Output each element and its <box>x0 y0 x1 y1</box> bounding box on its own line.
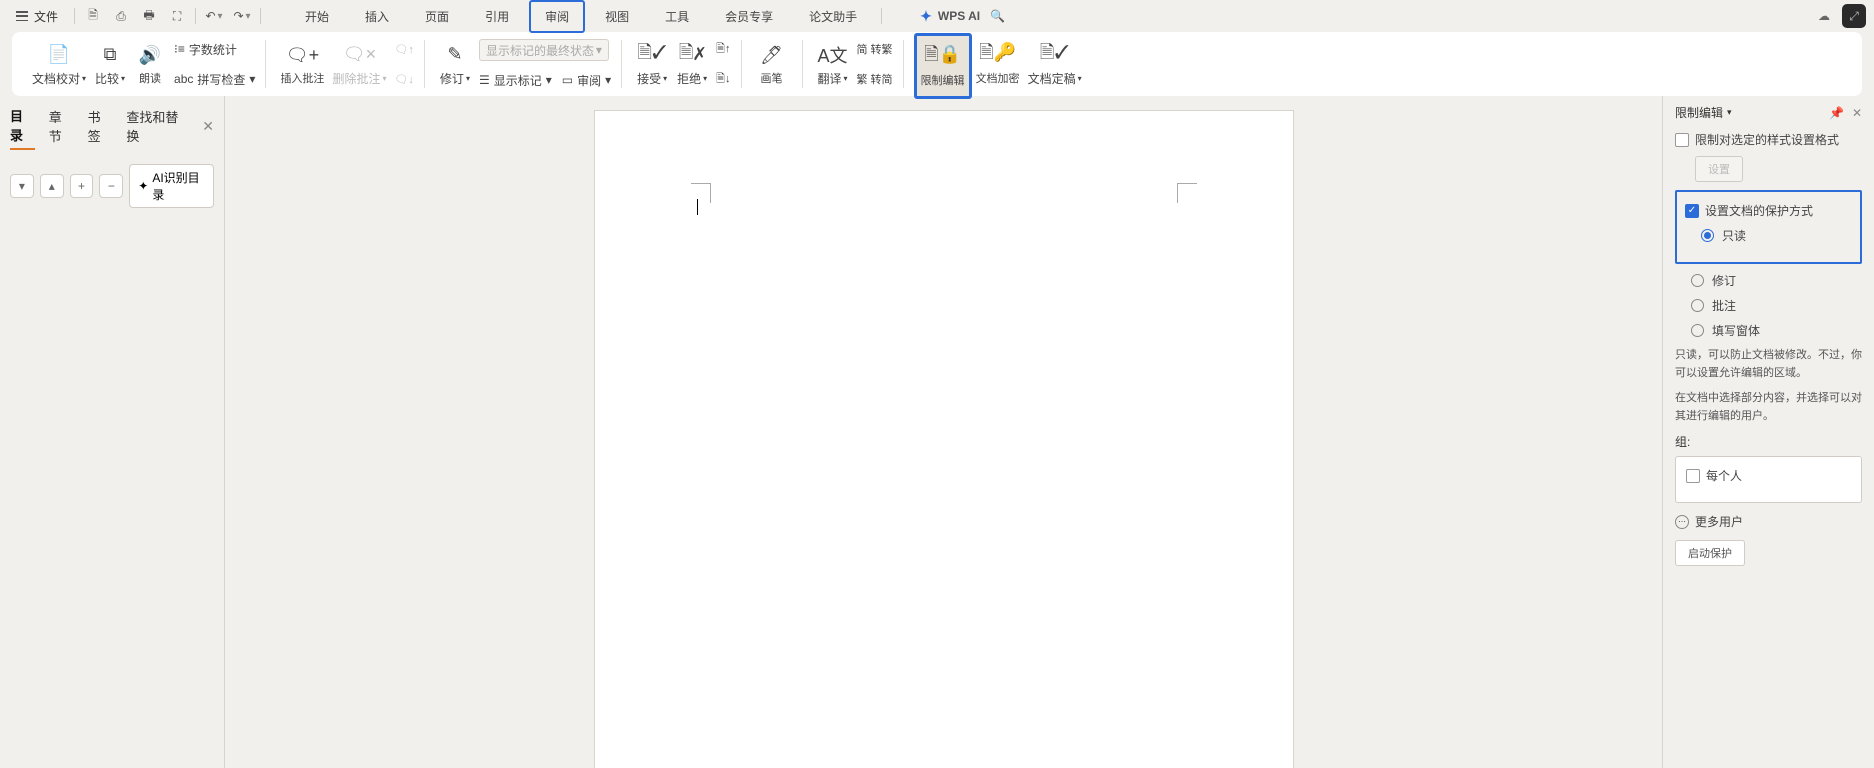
toc-expand-button[interactable]: ▴ <box>40 174 64 198</box>
restrict-format-checkbox[interactable]: 限制对选定的样式设置格式 <box>1675 131 1862 148</box>
restrict-format-label: 限制对选定的样式设置格式 <box>1695 131 1839 148</box>
next-comment-icon[interactable]: 🗨↓ <box>394 73 413 86</box>
set-protection-checkbox[interactable]: ✓ 设置文档的保护方式 <box>1685 202 1852 219</box>
text-cursor <box>697 199 698 215</box>
tab-member[interactable]: 会员专享 <box>709 0 789 33</box>
translate-button[interactable]: A文翻译▾ <box>813 36 853 92</box>
protection-form-radio[interactable]: 填写窗体 <box>1691 322 1862 339</box>
right-panel-title: 限制编辑 <box>1675 104 1723 121</box>
proofread-button[interactable]: 📄文档校对▾ <box>28 36 90 92</box>
ai-toc-label: AI识别目录 <box>152 169 205 203</box>
pin-icon[interactable]: 📌 <box>1829 106 1844 120</box>
hamburger-icon <box>16 11 28 21</box>
delete-comment-button: 🗨×删除批注▾ <box>328 36 390 92</box>
protection-revise-label: 修订 <box>1712 272 1736 289</box>
redo-button[interactable]: ↷▾ <box>230 4 254 28</box>
ribbon-toolbar: 📄文档校对▾ ⧉比较▾ 🔊朗读 ⁝≡字数统计 abc拼写检查▾ 🗨+插入批注 🗨… <box>12 32 1862 96</box>
toc-remove-button[interactable]: − <box>99 174 123 198</box>
ai-icon: ✦ <box>138 179 148 193</box>
document-area[interactable] <box>225 96 1662 768</box>
group-label: 组: <box>1675 433 1862 450</box>
start-protection-button[interactable]: 启动保护 <box>1675 540 1745 566</box>
tab-view[interactable]: 视图 <box>589 0 645 33</box>
tab-review[interactable]: 审阅 <box>529 0 585 33</box>
crop-mark-tl <box>691 183 711 203</box>
toc-add-button[interactable]: + <box>70 174 94 198</box>
protection-revise-radio[interactable]: 修订 <box>1691 272 1862 289</box>
side-tab-bookmark[interactable]: 书签 <box>88 103 113 149</box>
review-pane-button[interactable]: ▭审阅▾ <box>562 72 611 89</box>
revise-button[interactable]: ✎修订▾ <box>435 36 475 92</box>
zoom-icon[interactable]: ⛶ <box>165 4 189 28</box>
expand-icon[interactable]: ⤢ <box>1842 4 1866 28</box>
wps-ai-label: WPS AI <box>938 9 980 23</box>
everyone-label: 每个人 <box>1706 467 1742 484</box>
dots-icon: ⋯ <box>1675 515 1689 529</box>
toc-collapse-button[interactable]: ▾ <box>10 174 34 198</box>
brush-button[interactable]: 🖊画笔 <box>752 36 792 92</box>
side-tab-toc[interactable]: 目录 <box>10 102 35 150</box>
close-icon[interactable]: ✕ <box>1852 106 1862 120</box>
read-aloud-button[interactable]: 🔊朗读 <box>130 36 170 92</box>
protection-form-label: 填写窗体 <box>1712 322 1760 339</box>
cloud-icon[interactable]: ☁ <box>1812 4 1836 28</box>
protection-readonly-radio[interactable]: 只读 <box>1701 227 1852 244</box>
restrict-editing-panel: 限制编辑 ▾ 📌 ✕ 限制对选定的样式设置格式 设置 ✓ 设置文档的保护方式 <box>1662 96 1874 768</box>
undo-button[interactable]: ↶▾ <box>202 4 226 28</box>
side-tab-find-replace[interactable]: 查找和替换 <box>126 103 188 149</box>
tab-insert[interactable]: 插入 <box>349 0 405 33</box>
wps-ai-button[interactable]: ✦ WPS AI <box>920 8 980 25</box>
crop-mark-tr <box>1177 183 1197 203</box>
everyone-checkbox[interactable]: 每个人 <box>1686 467 1851 484</box>
side-panel-close-icon[interactable]: ✕ <box>202 118 214 135</box>
next-change-icon[interactable]: 🗎↓ <box>716 70 730 89</box>
save-icon[interactable]: 🗎 <box>81 4 105 28</box>
word-count-button[interactable]: ⁝≡字数统计 <box>174 41 255 58</box>
file-menu-label: 文件 <box>34 8 58 25</box>
tab-start[interactable]: 开始 <box>289 0 345 33</box>
set-protection-label: 设置文档的保护方式 <box>1705 202 1813 219</box>
file-menu-button[interactable]: 文件 <box>8 4 66 29</box>
more-users-button[interactable]: ⋯ 更多用户 <box>1675 513 1862 530</box>
search-icon[interactable]: 🔍 <box>990 9 1005 23</box>
finalize-doc-button[interactable]: 🗎✓文档定稿▾ <box>1024 36 1086 92</box>
trad-to-simp-button[interactable]: 繁 转简 <box>857 71 893 87</box>
protection-comment-label: 批注 <box>1712 297 1736 314</box>
markup-display-combo[interactable]: 显示标记的最终状态▾ <box>479 39 609 61</box>
group-box: 每个人 <box>1675 456 1862 503</box>
simp-to-trad-button[interactable]: 简 转繁 <box>857 41 893 57</box>
prev-comment-icon[interactable]: 🗨↑ <box>394 43 413 56</box>
insert-comment-button[interactable]: 🗨+插入批注 <box>276 36 328 92</box>
tab-tools[interactable]: 工具 <box>649 0 705 33</box>
spell-check-button[interactable]: abc拼写检查▾ <box>174 71 255 88</box>
tab-thesis[interactable]: 论文助手 <box>793 0 873 33</box>
reject-button[interactable]: 🗎✗拒绝▾ <box>672 36 712 92</box>
chevron-down-icon[interactable]: ▾ <box>1727 107 1732 118</box>
show-marks-button[interactable]: ☰显示标记▾ <box>479 72 552 89</box>
encrypt-doc-button[interactable]: 🗎🔑文档加密 <box>972 36 1024 92</box>
restrict-editing-button[interactable]: 🗎🔒限制编辑 <box>914 33 972 99</box>
format-settings-button: 设置 <box>1695 156 1743 182</box>
accept-button[interactable]: 🗎✓接受▾ <box>632 36 672 92</box>
document-page[interactable] <box>594 110 1294 768</box>
print-icon[interactable]: 🖶 <box>137 4 161 28</box>
compare-button[interactable]: ⧉比较▾ <box>90 36 130 92</box>
protection-desc-2: 在文档中选择部分内容，并选择可以对其进行编辑的用户。 <box>1675 390 1862 425</box>
tab-page[interactable]: 页面 <box>409 0 465 33</box>
ai-toc-button[interactable]: ✦ AI识别目录 <box>129 164 214 208</box>
tab-reference[interactable]: 引用 <box>469 0 525 33</box>
sparkle-icon: ✦ <box>920 8 932 25</box>
left-panel: 目录 章节 书签 查找和替换 ✕ ▾ ▴ + − ✦ AI识别目录 <box>0 96 225 768</box>
prev-change-icon[interactable]: 🗎↑ <box>716 40 730 59</box>
print-preview-icon[interactable]: ⎙ <box>109 4 133 28</box>
more-users-label: 更多用户 <box>1695 513 1743 530</box>
protection-readonly-label: 只读 <box>1722 227 1746 244</box>
protection-comment-radio[interactable]: 批注 <box>1691 297 1862 314</box>
side-tab-chapter[interactable]: 章节 <box>49 103 74 149</box>
protection-desc-1: 只读，可以防止文档被修改。不过，你可以设置允许编辑的区域。 <box>1675 347 1862 382</box>
